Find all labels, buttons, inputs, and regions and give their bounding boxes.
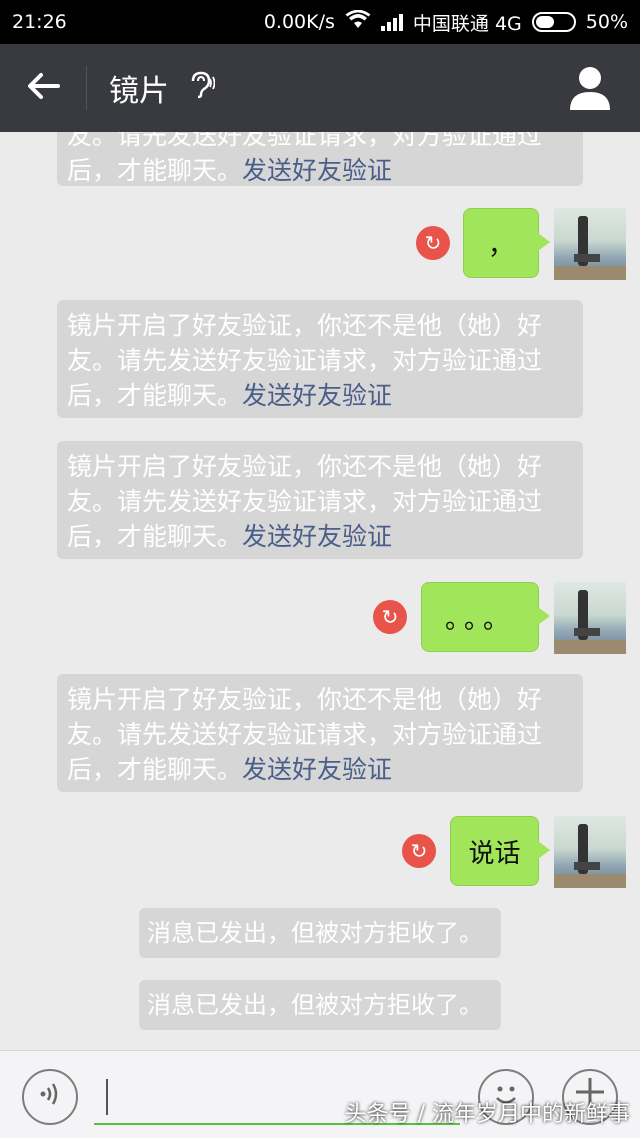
rejection-notice: 消息已发出，但被对方拒收了。 — [139, 980, 501, 1030]
wifi-icon — [345, 9, 371, 35]
outgoing-message[interactable]: 说话 — [450, 816, 550, 886]
input-bar: 头条号 / 流年岁月中的新鲜事 — [0, 1050, 640, 1138]
outgoing-message[interactable]: 。。。 — [421, 582, 550, 652]
back-button[interactable] — [0, 44, 86, 132]
watermark: 头条号 / 流年岁月中的新鲜事 — [344, 1102, 630, 1127]
user-icon — [568, 67, 612, 116]
resend-icon[interactable]: ↻ — [402, 834, 436, 868]
ear-icon — [189, 71, 216, 105]
avatar[interactable] — [554, 582, 626, 654]
chat-info-button[interactable] — [568, 64, 612, 112]
arrow-left-icon — [26, 66, 60, 110]
system-notice: 镜片开启了好友验证，你还不是他（她）好友。请先发送好友验证请求，对方验证通过后，… — [57, 674, 583, 792]
rejection-notice: 消息已发出，但被对方拒收了。 — [139, 908, 501, 958]
system-notice: 镜片开启了好友验证，你还不是他（她）好友。请先发送好友验证请求，对方验证通过后，… — [57, 300, 583, 418]
outgoing-message[interactable]: ， — [463, 208, 550, 278]
send-verification-link[interactable]: 发送好友验证 — [242, 381, 392, 410]
resend-icon[interactable]: ↻ — [373, 600, 407, 634]
system-notice: 友。请先发送好友验证请求，对方验证通过后，才能聊天。发送好友验证 — [57, 132, 583, 186]
voice-button[interactable] — [22, 1069, 78, 1125]
avatar[interactable] — [554, 816, 626, 888]
status-bar: 21:26 0.00K/s 中国联通 4G 50% — [0, 0, 640, 44]
chat-header: 镜片 — [0, 44, 640, 132]
status-time: 21:26 — [12, 11, 67, 33]
battery-icon — [531, 12, 576, 32]
network-speed: 0.00K/s — [263, 11, 335, 33]
resend-icon[interactable]: ↻ — [416, 226, 450, 260]
text-cursor — [106, 1079, 108, 1115]
header-divider — [86, 66, 87, 110]
send-verification-link[interactable]: 发送好友验证 — [242, 522, 392, 551]
voice-icon — [36, 1080, 64, 1114]
battery-percent: 50% — [585, 11, 628, 33]
send-verification-link[interactable]: 发送好友验证 — [242, 755, 392, 784]
signal-icon — [380, 13, 403, 31]
system-notice: 镜片开启了好友验证，你还不是他（她）好友。请先发送好友验证请求，对方验证通过后，… — [57, 441, 583, 559]
carrier-label: 中国联通 4G — [412, 12, 522, 35]
chat-area[interactable]: 友。请先发送好友验证请求，对方验证通过后，才能聊天。发送好友验证 ↻ ， 镜片开… — [0, 132, 640, 1050]
page-title: 镜片 — [109, 74, 169, 109]
send-verification-link[interactable]: 发送好友验证 — [242, 156, 392, 185]
avatar[interactable] — [554, 208, 626, 280]
